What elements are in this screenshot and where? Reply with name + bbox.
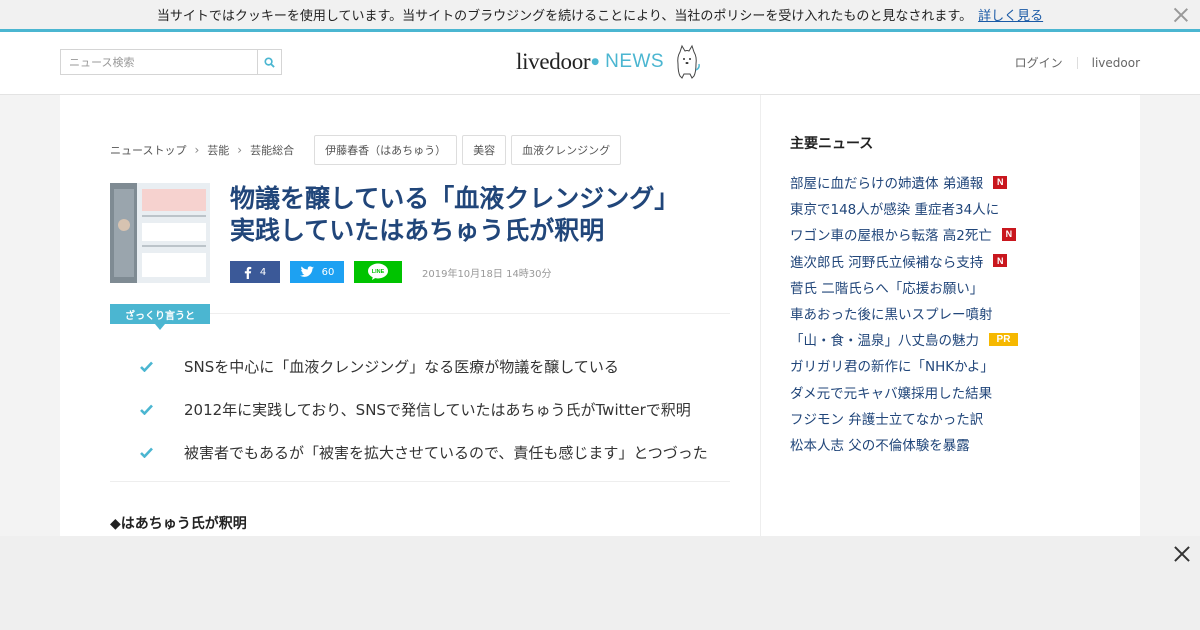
logo-wordmark: livedoor bbox=[516, 49, 591, 74]
breadcrumb-entertainment[interactable]: 芸能 bbox=[207, 142, 229, 158]
summary-text: 2012年に実践しており、SNSで発信していたはあちゅう氏がTwitterで釈明 bbox=[184, 401, 691, 419]
news-item[interactable]: 進次郎氏 河野氏立候補なら支持 N bbox=[790, 248, 1120, 274]
facebook-share-button[interactable]: 4 bbox=[230, 261, 280, 283]
breadcrumb-news-top[interactable]: ニューストップ bbox=[110, 142, 186, 158]
news-item-text: 部屋に血だらけの姉遺体 弟通報 bbox=[790, 176, 984, 193]
header-links: ログイン livedoor bbox=[1015, 54, 1140, 71]
news-item[interactable]: 松本人志 父の不倫体験を暴露 bbox=[790, 431, 1120, 457]
breadcrumb-entertainment-general[interactable]: 芸能総合 bbox=[250, 142, 294, 158]
news-item-text: 東京で148人が感染 重症者34人に bbox=[790, 202, 1000, 219]
summary-item: 被害者でもあるが「被害を拡大させているので、責任も感じます」とつづった bbox=[140, 431, 708, 474]
login-link[interactable]: ログイン bbox=[1015, 54, 1063, 71]
news-item[interactable]: 「山・食・温泉」八丈島の魅力 PR bbox=[790, 326, 1120, 352]
facebook-count: 4 bbox=[259, 266, 267, 278]
bottom-ad-banner bbox=[0, 536, 1200, 630]
publish-date: 2019年10月18日 14時30分 bbox=[422, 268, 552, 280]
thumbnail-part bbox=[142, 215, 206, 217]
news-item[interactable]: 東京で148人が感染 重症者34人に bbox=[790, 195, 1120, 221]
article: ニューストップ › 芸能 › 芸能総合 伊藤春香（はあちゅう） 美容 血液クレン… bbox=[110, 95, 730, 536]
thumbnail-part bbox=[142, 245, 206, 247]
summary-divider bbox=[110, 481, 730, 482]
thumbnail-avatar bbox=[118, 219, 130, 231]
cookie-banner: 当サイトではクッキーを使用しています。当サイトのブラウジングを続けることにより、… bbox=[0, 0, 1200, 32]
cookie-details-link[interactable]: 詳しく見る bbox=[978, 5, 1043, 24]
new-badge: N bbox=[993, 175, 1008, 189]
logo-dot-icon: ● bbox=[591, 57, 600, 67]
summary-text: SNSを中心に「血液クレンジング」なる医療が物議を醸している bbox=[184, 358, 619, 376]
share-bar: 4 60 LINE 2019年10月18日 14時30分 bbox=[230, 261, 552, 283]
dog-mascot-icon bbox=[677, 44, 700, 79]
check-icon bbox=[140, 358, 184, 376]
news-item-text: ワゴン車の屋根から転落 高2死亡 bbox=[790, 228, 992, 245]
close-icon[interactable] bbox=[1174, 546, 1190, 562]
cookie-close-icon[interactable] bbox=[1172, 6, 1190, 24]
summary-divider bbox=[210, 313, 730, 314]
breadcrumb: ニューストップ › 芸能 › 芸能総合 伊藤春香（はあちゅう） 美容 血液クレン… bbox=[110, 135, 622, 165]
news-item[interactable]: フジモン 弁護士立てなかった訳 bbox=[790, 405, 1120, 431]
thumbnail-part bbox=[114, 189, 134, 277]
news-item-text: 松本人志 父の不倫体験を暴露 bbox=[790, 437, 970, 454]
twitter-share-button[interactable]: 60 bbox=[290, 261, 344, 283]
thumbnail-part bbox=[142, 223, 206, 241]
summary-list: SNSを中心に「血液クレンジング」なる医療が物議を醸している 2012年に実践し… bbox=[140, 345, 708, 474]
tag-blood-cleansing[interactable]: 血液クレンジング bbox=[511, 135, 622, 165]
news-item[interactable]: 部屋に血だらけの姉遺体 弟通報 N bbox=[790, 169, 1120, 195]
livedoor-link[interactable]: livedoor bbox=[1092, 56, 1140, 70]
chevron-right-icon: › bbox=[194, 143, 200, 157]
new-badge: N bbox=[1001, 227, 1016, 241]
news-item-text: 「山・食・温泉」八丈島の魅力 bbox=[790, 333, 979, 350]
column-divider bbox=[760, 95, 761, 536]
section-heading: ◆はあちゅう氏が釈明 bbox=[110, 516, 247, 532]
site-header: livedoor● NEWS ログイン livedoor bbox=[0, 32, 1200, 95]
twitter-icon bbox=[299, 266, 314, 277]
news-item[interactable]: 菅氏 二階氏らへ「応援お願い」 bbox=[790, 274, 1120, 300]
tag-list: 伊藤春香（はあちゅう） 美容 血液クレンジング bbox=[314, 135, 622, 165]
sidebar-title: 主要ニュース bbox=[790, 136, 874, 152]
logo-news-text: NEWS bbox=[605, 51, 665, 72]
pr-badge: PR bbox=[989, 332, 1018, 346]
twitter-count: 60 bbox=[321, 266, 335, 278]
news-item-text: 菅氏 二階氏らへ「応援お願い」 bbox=[790, 280, 984, 297]
title-line-1: 物議を醸している「血液クレンジング」 bbox=[230, 184, 680, 213]
summary-text: 被害者でもあるが「被害を拡大させているので、責任も感じます」とつづった bbox=[184, 444, 708, 462]
title-line-2: 実践していたはあちゅう氏が釈明 bbox=[230, 216, 605, 245]
search-button[interactable] bbox=[257, 50, 281, 74]
tag-beauty[interactable]: 美容 bbox=[462, 135, 507, 165]
facebook-icon bbox=[244, 266, 252, 279]
news-item[interactable]: 車あおった後に黒いスプレー噴射 bbox=[790, 300, 1120, 326]
news-item-text: フジモン 弁護士立てなかった訳 bbox=[790, 411, 984, 428]
header-divider bbox=[1076, 56, 1078, 69]
summary-item: 2012年に実践しており、SNSで発信していたはあちゅう氏がTwitterで釈明 bbox=[140, 388, 708, 431]
search-form bbox=[60, 49, 282, 75]
cookie-message: 当サイトではクッキーを使用しています。当サイトのブラウジングを続けることにより、… bbox=[156, 9, 973, 24]
main-content: ニューストップ › 芸能 › 芸能総合 伊藤春香（はあちゅう） 美容 血液クレン… bbox=[60, 95, 1140, 536]
line-icon-label: LINE bbox=[372, 269, 385, 275]
news-item[interactable]: ダメ元で元キャバ嬢採用した結果 bbox=[790, 379, 1120, 405]
summary-label: ざっくり言うと bbox=[110, 304, 210, 330]
thumbnail-part bbox=[142, 253, 206, 277]
thumbnail-part bbox=[142, 189, 206, 211]
summary-item: SNSを中心に「血液クレンジング」なる医療が物議を醸している bbox=[140, 345, 708, 388]
sidebar: 主要ニュース 部屋に血だらけの姉遺体 弟通報 N 東京で148人が感染 重症者34… bbox=[790, 133, 1120, 457]
article-title: 物議を醸している「血液クレンジング」 実践していたはあちゅう氏が釈明 bbox=[230, 183, 730, 247]
site-logo[interactable]: livedoor ● NEWS bbox=[516, 42, 702, 82]
news-item-text: 進次郎氏 河野氏立候補なら支持 bbox=[790, 254, 984, 271]
new-badge: N bbox=[993, 254, 1008, 268]
line-share-button[interactable]: LINE bbox=[354, 261, 402, 283]
news-item[interactable]: ワゴン車の屋根から転落 高2死亡 N bbox=[790, 221, 1120, 247]
check-icon bbox=[140, 444, 184, 462]
news-item-text: 車あおった後に黒いスプレー噴射 bbox=[790, 307, 993, 324]
top-news-list: 部屋に血だらけの姉遺体 弟通報 N 東京で148人が感染 重症者34人に ワゴン車… bbox=[790, 169, 1120, 457]
line-icon: LINE bbox=[368, 263, 388, 280]
news-item[interactable]: ガリガリ君の新作に「NHKかよ」 bbox=[790, 352, 1120, 378]
article-thumbnail[interactable] bbox=[110, 183, 210, 283]
tag-ito-haruka[interactable]: 伊藤春香（はあちゅう） bbox=[314, 135, 458, 165]
search-icon bbox=[264, 56, 275, 68]
search-input[interactable] bbox=[61, 50, 257, 74]
news-item-text: ダメ元で元キャバ嬢採用した結果 bbox=[790, 385, 993, 402]
check-icon bbox=[140, 401, 184, 419]
news-item-text: ガリガリ君の新作に「NHKかよ」 bbox=[790, 359, 994, 376]
chevron-right-icon: › bbox=[237, 143, 243, 157]
